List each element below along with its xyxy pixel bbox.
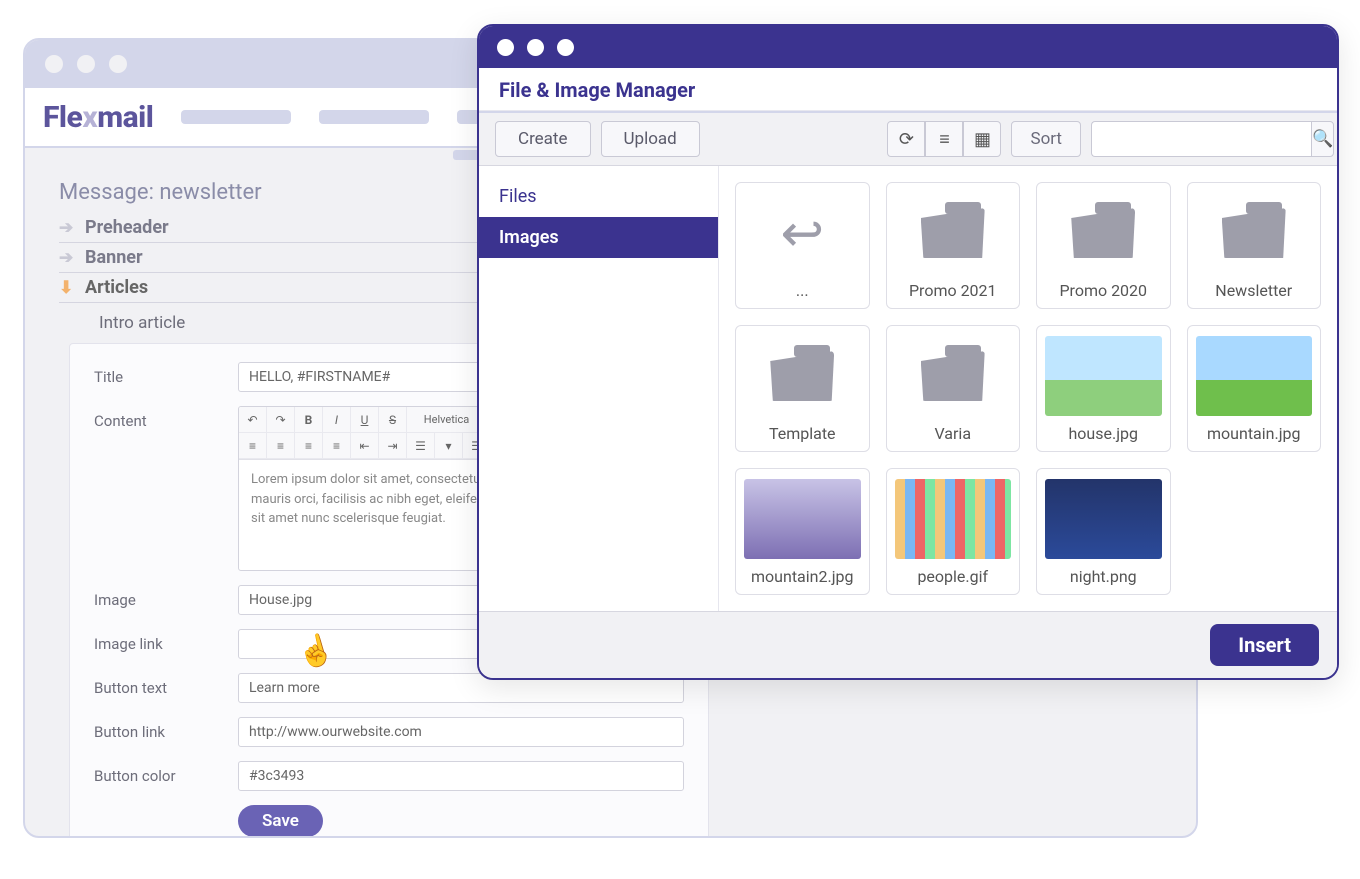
tile-image-mountain2[interactable]: mountain2.jpg	[735, 468, 870, 595]
back-arrow-icon: ↩	[780, 203, 824, 264]
fm-title: File & Image Manager	[499, 78, 1317, 102]
tile-folder-varia[interactable]: Varia	[886, 325, 1021, 452]
search-icon[interactable]: 🔍	[1311, 121, 1334, 157]
underline-icon[interactable]: U	[351, 407, 379, 433]
italic-icon[interactable]: I	[323, 407, 351, 433]
app-logo: Flexmail	[43, 100, 153, 135]
toolbar-item-placeholder	[319, 110, 429, 124]
label-button-text: Button text	[94, 673, 238, 697]
window-control[interactable]	[557, 39, 574, 56]
strike-icon[interactable]: S	[379, 407, 407, 433]
image-thumbnail	[1045, 336, 1162, 416]
tab-files[interactable]: Files	[479, 176, 718, 217]
tile-folder-promo2021[interactable]: Promo 2021	[886, 182, 1021, 309]
list-view-icon[interactable]: ≡	[925, 121, 963, 157]
file-manager-window: File & Image Manager Create Upload ⟳ ≡ ▦…	[477, 24, 1339, 680]
label-content: Content	[94, 406, 238, 430]
create-button[interactable]: Create	[495, 121, 591, 157]
window-control[interactable]	[109, 55, 127, 73]
fm-titlebar	[479, 26, 1337, 68]
image-thumbnail	[895, 479, 1012, 559]
undo-icon[interactable]: ↶	[239, 407, 267, 433]
window-control[interactable]	[527, 39, 544, 56]
label-button-color: Button color	[94, 761, 238, 785]
image-thumbnail	[1045, 479, 1162, 559]
sort-button[interactable]: Sort	[1011, 121, 1081, 157]
bold-icon[interactable]: B	[295, 407, 323, 433]
folder-icon	[1071, 208, 1135, 258]
fm-sidebar: Files Images	[479, 166, 719, 611]
tile-image-mountain[interactable]: mountain.jpg	[1187, 325, 1322, 452]
image-thumbnail	[744, 479, 861, 559]
label-title: Title	[94, 362, 238, 386]
grid-view-icon[interactable]: ▦	[963, 121, 1001, 157]
folder-icon	[1222, 208, 1286, 258]
chevron-down-icon[interactable]: ▾	[435, 433, 463, 459]
search-box: 🔍	[1091, 121, 1321, 157]
align-left-icon[interactable]: ≡	[239, 433, 267, 459]
label-image-link: Image link	[94, 629, 238, 653]
align-right-icon[interactable]: ≡	[295, 433, 323, 459]
arrow-right-icon: ➔	[59, 218, 75, 238]
refresh-icon[interactable]: ⟳	[887, 121, 925, 157]
folder-icon	[921, 208, 985, 258]
tile-folder-template[interactable]: Template	[735, 325, 870, 452]
outdent-icon[interactable]: ⇤	[351, 433, 379, 459]
fm-footer: Insert	[479, 611, 1337, 678]
window-control[interactable]	[45, 55, 63, 73]
upload-button[interactable]: Upload	[601, 121, 700, 157]
arrow-down-icon: ⬇	[59, 278, 75, 298]
button-link-input[interactable]	[238, 717, 684, 747]
button-color-input[interactable]	[238, 761, 684, 791]
search-input[interactable]	[1091, 121, 1311, 157]
folder-icon	[770, 351, 834, 401]
tile-image-house[interactable]: house.jpg	[1036, 325, 1171, 452]
fm-grid: ↩ ... Promo 2021 Promo 2020 Newsletter T…	[719, 166, 1337, 611]
list-ol-icon[interactable]: ☰	[407, 433, 435, 459]
tile-image-people[interactable]: people.gif	[886, 468, 1021, 595]
image-thumbnail	[1196, 336, 1313, 416]
insert-button[interactable]: Insert	[1210, 624, 1319, 666]
window-control[interactable]	[77, 55, 95, 73]
save-button[interactable]: Save	[238, 805, 323, 837]
tile-image-night[interactable]: night.png	[1036, 468, 1171, 595]
fm-toolbar: Create Upload ⟳ ≡ ▦ Sort 🔍	[479, 111, 1337, 166]
tile-folder-promo2020[interactable]: Promo 2020	[1036, 182, 1171, 309]
tab-images[interactable]: Images	[479, 217, 718, 258]
tile-back[interactable]: ↩ ...	[735, 182, 870, 309]
redo-icon[interactable]: ↷	[267, 407, 295, 433]
label-button-link: Button link	[94, 717, 238, 741]
toolbar-item-placeholder	[181, 110, 291, 124]
align-center-icon[interactable]: ≡	[267, 433, 295, 459]
view-controls: ⟳ ≡ ▦	[887, 121, 1001, 157]
arrow-right-icon: ➔	[59, 248, 75, 268]
label-image: Image	[94, 585, 238, 609]
tile-folder-newsletter[interactable]: Newsletter	[1187, 182, 1322, 309]
fm-header: File & Image Manager	[479, 68, 1337, 111]
align-justify-icon[interactable]: ≡	[323, 433, 351, 459]
window-control[interactable]	[497, 39, 514, 56]
folder-icon	[921, 351, 985, 401]
font-select[interactable]: Helvetica	[407, 407, 487, 433]
indent-icon[interactable]: ⇥	[379, 433, 407, 459]
